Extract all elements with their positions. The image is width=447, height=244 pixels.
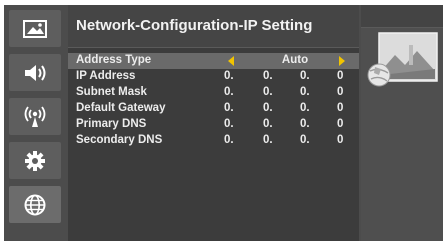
subnet-mask-octet-4: 0 (337, 86, 344, 98)
default-gateway-octet-2: 0. (263, 102, 273, 114)
preview-thumbnail (365, 31, 439, 94)
address-type-row[interactable]: Address Type Auto (68, 53, 359, 69)
secondary-dns-octet-4: 0 (337, 134, 344, 146)
preview-header (361, 5, 443, 28)
ip-address-octet-3: 0. (300, 70, 310, 82)
address-type-value: Auto (281, 54, 309, 66)
settings-list: Address Type Auto IP Address 0. 0. 0. 0 … (68, 53, 359, 149)
sidebar-item-network[interactable] (9, 186, 61, 223)
ip-address-label: IP Address (76, 70, 136, 82)
default-gateway-octet-1: 0. (224, 102, 234, 114)
ip-address-octet-2: 0. (263, 70, 273, 82)
page-title: Network-Configuration-IP Setting (76, 17, 313, 34)
primary-dns-row[interactable]: Primary DNS 0. 0. 0. 0 (68, 117, 359, 133)
sidebar (4, 5, 66, 241)
settings-panel: Network-Configuration-IP Setting Address… (68, 5, 359, 241)
ip-address-octet-1: 0. (224, 70, 234, 82)
landscape-thumbnail-icon (367, 32, 438, 87)
secondary-dns-octet-2: 0. (263, 134, 273, 146)
secondary-dns-row[interactable]: Secondary DNS 0. 0. 0. 0 (68, 133, 359, 149)
default-gateway-row[interactable]: Default Gateway 0. 0. 0. 0 (68, 101, 359, 117)
primary-dns-label: Primary DNS (76, 118, 147, 130)
speaker-icon (25, 64, 46, 81)
broadcast-icon (24, 105, 46, 127)
secondary-dns-label: Secondary DNS (76, 134, 163, 146)
picture-icon (23, 19, 47, 38)
secondary-dns-octet-3: 0. (300, 134, 310, 146)
globe-icon (24, 194, 46, 215)
preview-panel (361, 5, 443, 241)
arrow-left-icon[interactable] (228, 56, 234, 66)
title-bar: Network-Configuration-IP Setting (68, 5, 359, 48)
primary-dns-octet-3: 0. (300, 118, 310, 130)
default-gateway-label: Default Gateway (76, 102, 166, 114)
subnet-mask-octet-1: 0. (224, 86, 234, 98)
primary-dns-octet-4: 0 (337, 118, 344, 130)
subnet-mask-octet-2: 0. (263, 86, 273, 98)
sidebar-item-picture[interactable] (9, 10, 61, 47)
ip-address-octet-4: 0 (337, 70, 344, 82)
primary-dns-octet-2: 0. (263, 118, 273, 130)
osd-menu: Network-Configuration-IP Setting Address… (4, 5, 443, 241)
sidebar-item-sound[interactable] (9, 54, 61, 91)
subnet-mask-row[interactable]: Subnet Mask 0. 0. 0. 0 (68, 85, 359, 101)
sidebar-item-channel[interactable] (9, 98, 61, 135)
gear-icon (25, 150, 45, 171)
address-type-label: Address Type (76, 54, 152, 66)
arrow-right-icon[interactable] (339, 56, 345, 66)
subnet-mask-octet-3: 0. (300, 86, 310, 98)
default-gateway-octet-4: 0 (337, 102, 344, 114)
ip-address-row[interactable]: IP Address 0. 0. 0. 0 (68, 69, 359, 85)
secondary-dns-octet-1: 0. (224, 134, 234, 146)
default-gateway-octet-3: 0. (300, 102, 310, 114)
primary-dns-octet-1: 0. (224, 118, 234, 130)
sidebar-item-settings[interactable] (9, 142, 61, 179)
subnet-mask-label: Subnet Mask (76, 86, 147, 98)
